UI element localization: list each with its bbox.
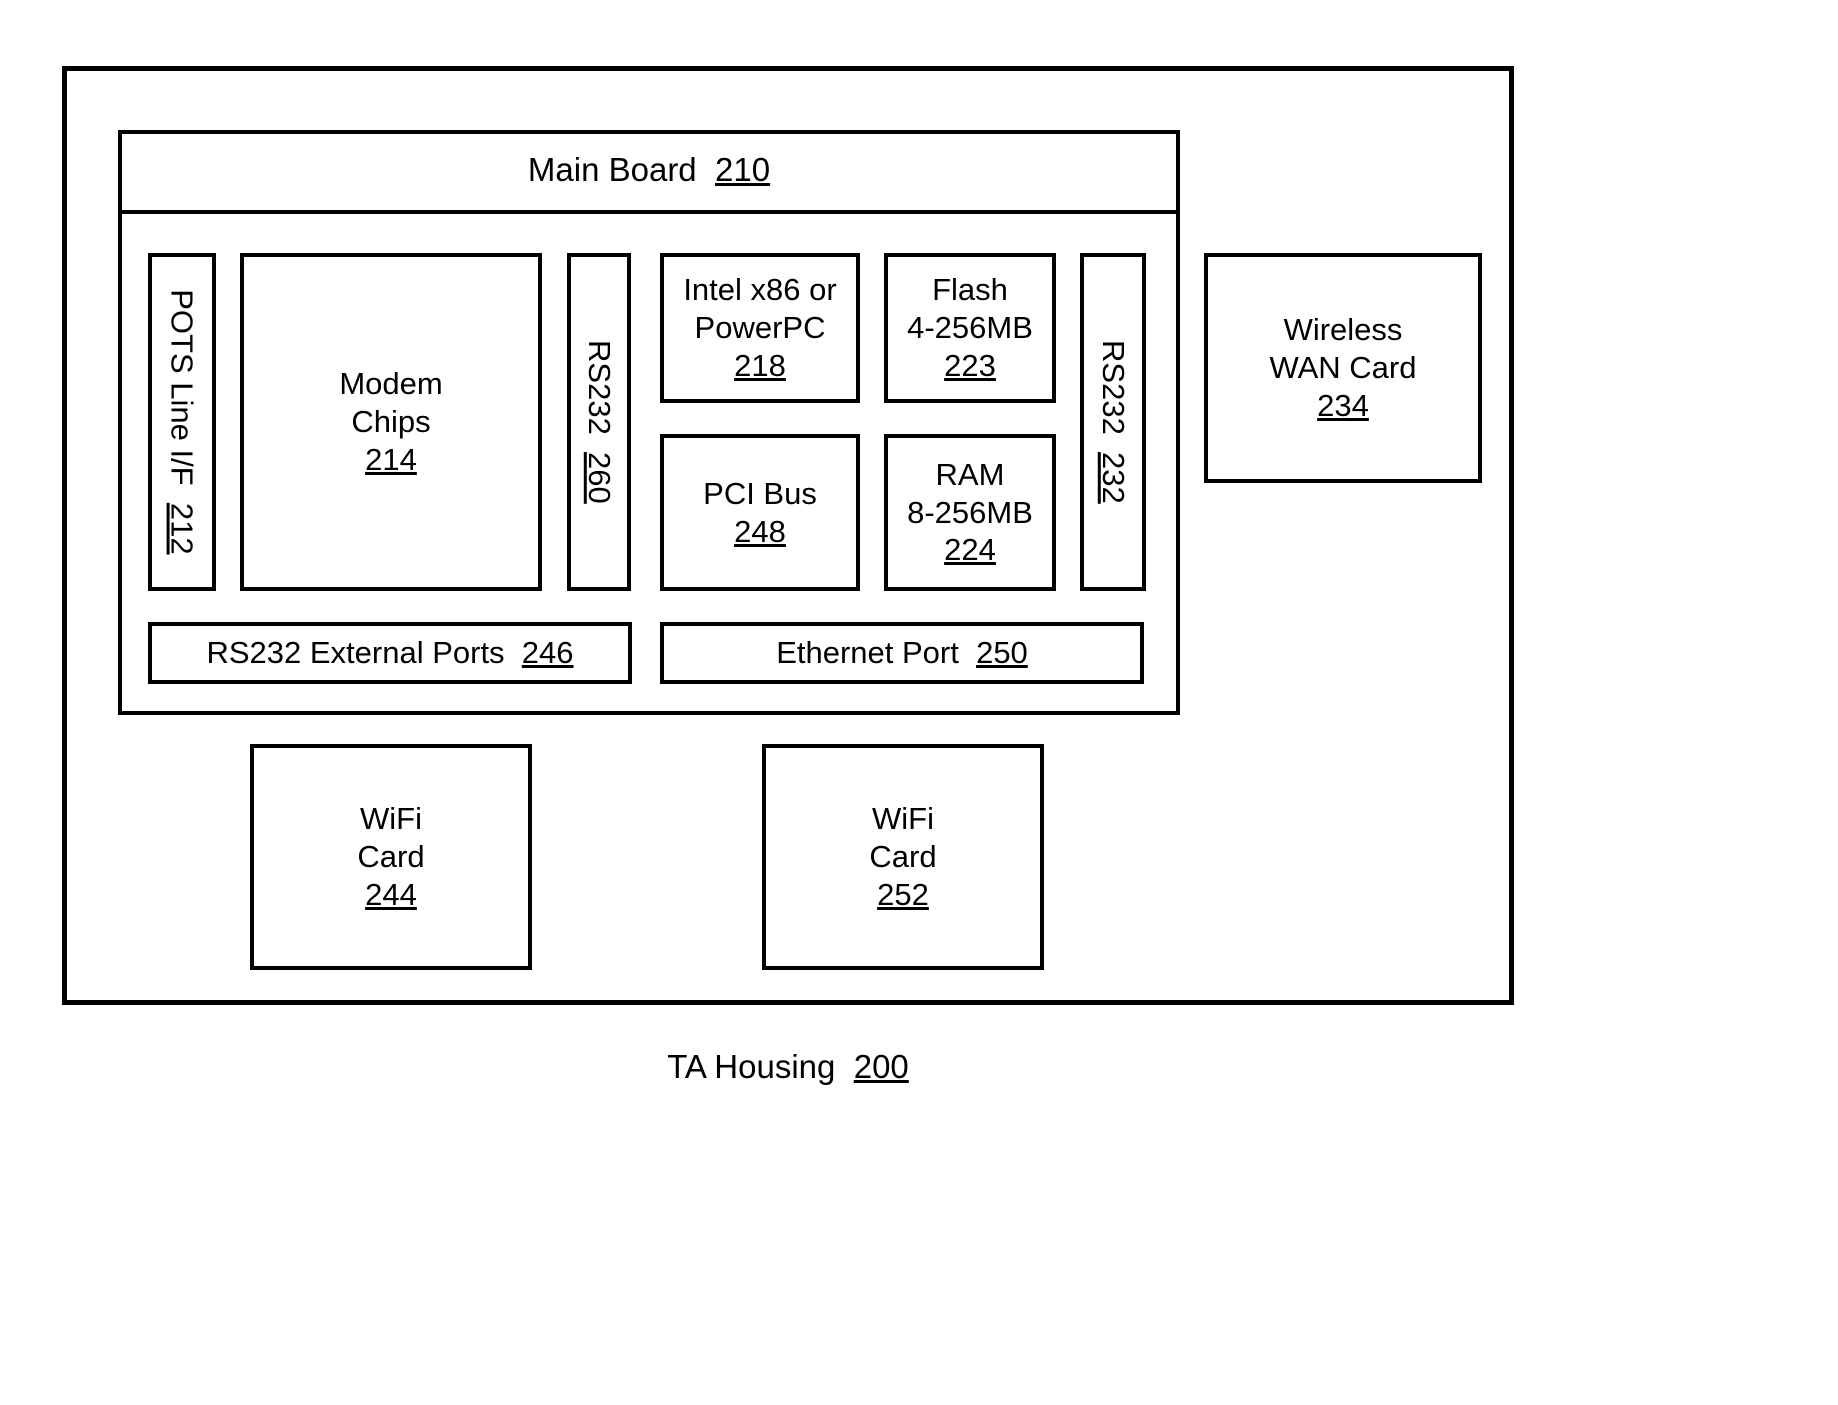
ta-housing-label: TA Housing [667, 1048, 836, 1086]
rs232-internal-232-block: RS232 232 [1080, 253, 1146, 591]
pots-line-interface-block: POTS Line I/F 212 [148, 253, 216, 591]
ram-memory-label: RAM 8-256MB 224 [907, 456, 1033, 568]
pci-bus-block: PCI Bus 248 [660, 434, 860, 591]
rs232-internal-232-label: RS232 232 [1095, 340, 1131, 504]
wireless-wan-card-label: Wireless WAN Card 234 [1269, 312, 1417, 423]
ta-housing-ref: 200 [853, 1048, 909, 1086]
pots-line-interface-label: POTS Line I/F 212 [164, 289, 200, 555]
main-board-title-label: Main Board [527, 151, 697, 188]
rs232-external-ports-label: RS232 External Ports 246 [206, 635, 574, 671]
modem-chips-block: Modem Chips 214 [240, 253, 542, 591]
rs232-external-ports-block: RS232 External Ports 246 [148, 622, 632, 684]
pci-bus-label: PCI Bus 248 [703, 475, 817, 549]
processor-block: Intel x86 or PowerPC 218 [660, 253, 860, 403]
ram-memory-block: RAM 8-256MB 224 [884, 434, 1056, 591]
ta-housing-footer: TA Housing 200 [62, 1000, 1514, 1130]
rs232-internal-260-block: RS232 260 [567, 253, 631, 591]
wireless-wan-card-block: Wireless WAN Card 234 [1204, 253, 1482, 483]
wifi-card-244-block: WiFi Card 244 [250, 744, 532, 970]
wifi-card-252-label: WiFi Card 252 [869, 801, 937, 912]
modem-chips-label: Modem Chips 214 [339, 366, 443, 477]
ethernet-port-block: Ethernet Port 250 [660, 622, 1144, 684]
wifi-card-252-block: WiFi Card 252 [762, 744, 1044, 970]
main-board-ref: 210 [715, 151, 771, 188]
main-board-title: Main Board 210 [118, 130, 1180, 214]
flash-memory-label: Flash 4-256MB 223 [907, 272, 1033, 383]
ethernet-port-label: Ethernet Port 250 [776, 635, 1028, 671]
rs232-internal-260-label: RS232 260 [581, 340, 617, 504]
processor-label: Intel x86 or PowerPC 218 [683, 272, 837, 383]
flash-memory-block: Flash 4-256MB 223 [884, 253, 1056, 403]
wifi-card-244-label: WiFi Card 244 [357, 801, 425, 912]
patent-figure-canvas: Main Board 210 POTS Line I/F 212 Modem C… [0, 0, 1838, 1405]
